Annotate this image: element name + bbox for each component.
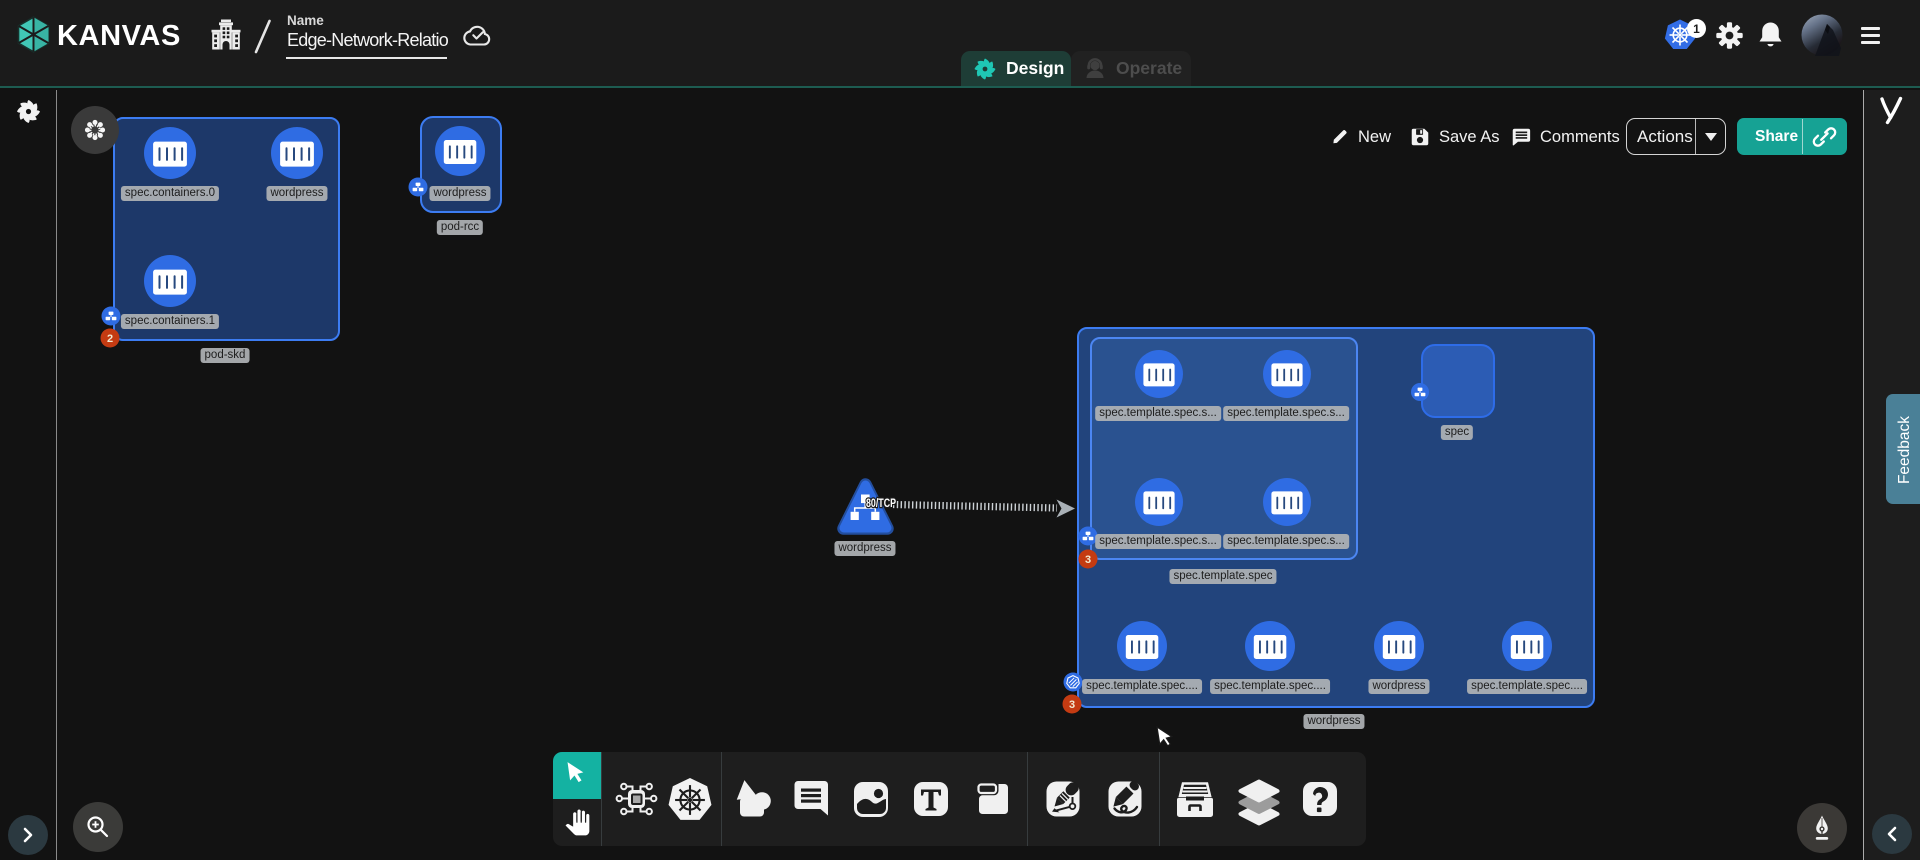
svg-text:2: 2	[107, 333, 113, 345]
svg-text:80/TCP: 80/TCP	[866, 498, 896, 510]
svg-text:3: 3	[1069, 699, 1075, 711]
